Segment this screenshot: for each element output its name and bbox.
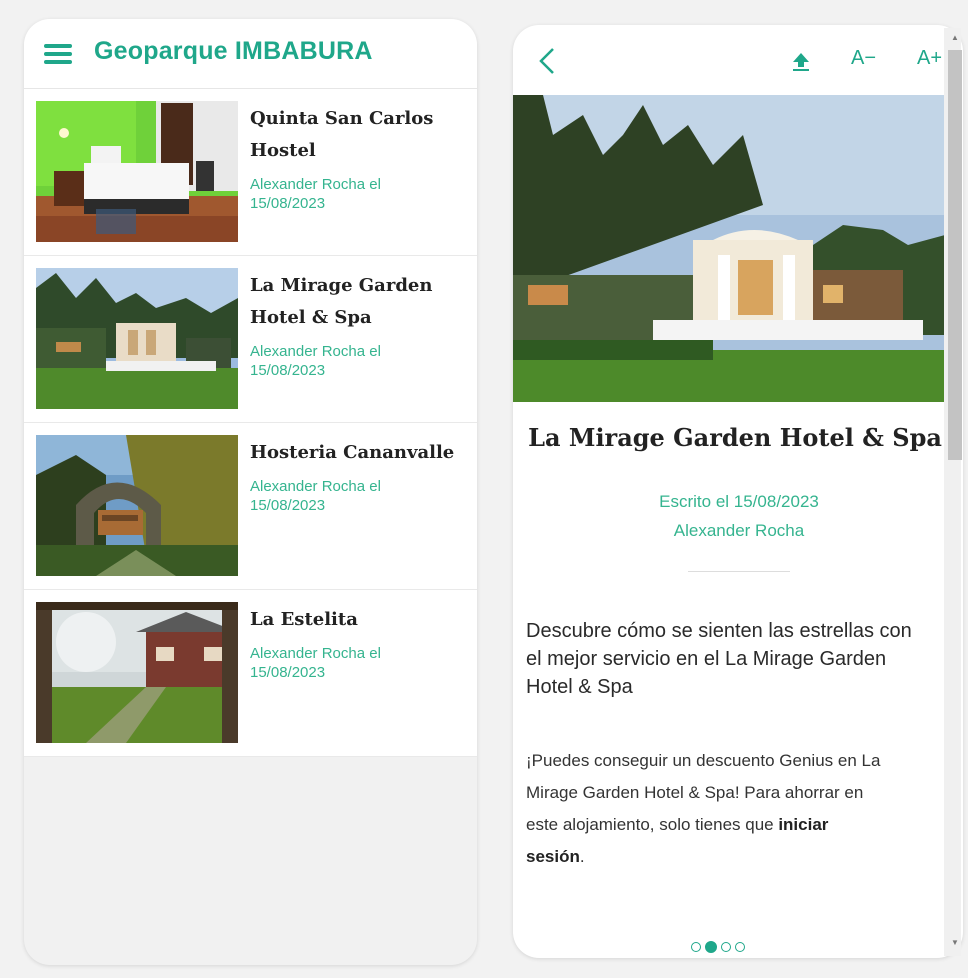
- scroll-down-arrow-icon[interactable]: ▼: [951, 938, 959, 947]
- post-thumbnail-garden-hotel: [36, 268, 238, 409]
- post-item-hosteria-cananvalle[interactable]: Hosteria Cananvalle Alexander Rocha el 1…: [24, 423, 477, 590]
- article-author: Alexander Rocha: [673, 521, 805, 540]
- post-author-date: Alexander Rocha el 15/08/2023: [250, 176, 381, 212]
- post-author-date: Alexander Rocha el 15/08/2023: [250, 478, 381, 514]
- hamburger-menu-icon[interactable]: [44, 44, 72, 64]
- chevron-left-icon[interactable]: [537, 47, 557, 75]
- scroll-up-arrow-icon[interactable]: ▲: [951, 33, 959, 42]
- app-header: Geoparque IMBABURA: [24, 19, 477, 89]
- app-title: Geoparque IMBABURA: [94, 37, 373, 65]
- page-dot-3[interactable]: [721, 941, 731, 952]
- article-written-date: Escrito el 15/08/2023: [659, 492, 819, 511]
- login-link[interactable]: iniciar: [778, 815, 828, 834]
- upload-icon[interactable]: [791, 51, 811, 71]
- post-author-date: Alexander Rocha el 15/08/2023: [250, 343, 381, 379]
- post-item-la-estelita[interactable]: La Estelita Alexander Rocha el 15/08/202…: [24, 590, 477, 757]
- page-dot-1[interactable]: [691, 941, 701, 952]
- article-title: La Mirage Garden Hotel & Spa: [528, 423, 942, 452]
- font-increase-button[interactable]: A+: [917, 47, 942, 70]
- login-link-continued[interactable]: sesión: [526, 847, 580, 866]
- divider: [688, 571, 790, 572]
- article-hero-image: [513, 95, 945, 402]
- post-author-date: Alexander Rocha el 15/08/2023: [250, 645, 381, 681]
- post-title: Hosteria Cananvalle: [250, 442, 455, 463]
- post-item-quinta-san-carlos[interactable]: Quinta San Carlos Hostel Alexander Rocha…: [24, 89, 477, 256]
- scrollbar-thumb[interactable]: [948, 50, 962, 460]
- post-title: La Mirage Garden Hotel & Spa: [250, 275, 433, 328]
- post-list: Quinta San Carlos Hostel Alexander Rocha…: [24, 89, 477, 757]
- page-indicator: [691, 938, 761, 953]
- post-title: La Estelita: [250, 609, 358, 630]
- left-phone-screen: Geoparque IMBABURA Quinta San Carlos Hos…: [24, 19, 477, 965]
- post-title: Quinta San Carlos Hostel: [250, 108, 434, 161]
- article-body: ¡Puedes conseguir un descuento Genius en…: [526, 751, 881, 866]
- post-item-la-mirage[interactable]: La Mirage Garden Hotel & Spa Alexander R…: [24, 256, 477, 423]
- right-phone-screen: A− A+ La Mirage Garden Hotel & Spa Escri…: [513, 25, 963, 958]
- article-lead: Descubre cómo se sienten las estrellas c…: [526, 620, 912, 698]
- page-dot-4[interactable]: [735, 941, 745, 952]
- page-dot-2[interactable]: [705, 940, 717, 953]
- post-thumbnail-misty-path: [36, 602, 238, 743]
- post-thumbnail-stone-arch: [36, 435, 238, 576]
- font-decrease-button[interactable]: A−: [851, 47, 876, 70]
- post-thumbnail-hotel-room: [36, 101, 238, 242]
